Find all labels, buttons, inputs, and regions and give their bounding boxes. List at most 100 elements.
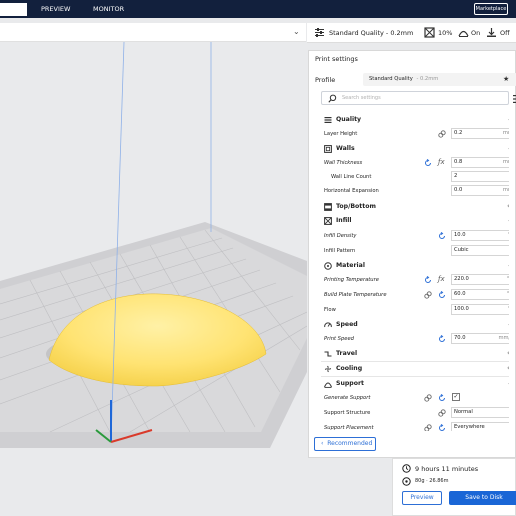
search-placeholder: Search settings: [342, 95, 381, 101]
link-icon: [438, 409, 446, 417]
category-walls[interactable]: Walls ⌄: [309, 142, 509, 156]
category-support[interactable]: Support ⌄: [309, 377, 509, 391]
link-icon: [424, 394, 432, 402]
settings-sliders-icon: [315, 28, 324, 37]
walls-icon: [324, 145, 332, 153]
link-icon: [424, 424, 432, 431]
3d-viewport[interactable]: [0, 42, 307, 516]
chevron-down-icon: ⌄: [507, 115, 509, 123]
settings-list[interactable]: Quality ⌄ Layer Height 0.2mm Walls ⌄ Wal…: [309, 111, 509, 431]
flow-input[interactable]: 100.0%: [451, 304, 509, 315]
print-estimate-panel: 9 hours 11 minutes 80g · 26.86m Preview …: [392, 458, 516, 516]
printing-temperature-input[interactable]: 220.0°C: [451, 274, 509, 285]
print-speed-input[interactable]: 70.0mm/s: [451, 333, 509, 344]
setting-layer-height: Layer Height 0.2mm: [309, 127, 509, 141]
category-label: Support: [336, 380, 364, 387]
support-structure-dropdown[interactable]: Normal⌄: [451, 407, 509, 418]
category-label: Travel: [336, 350, 358, 357]
print-setup-summary[interactable]: Standard Quality - 0.2mm 10% On Off: [307, 23, 516, 43]
support-placement-dropdown[interactable]: Everywhere⌄: [451, 422, 509, 431]
horizontal-expansion-input[interactable]: 0.0mm: [451, 185, 509, 196]
setting-infill-density: Infill Density 10.0%: [309, 229, 509, 243]
profile-dropdown[interactable]: Standard Quality - 0.2mm: [363, 73, 516, 86]
category-quality[interactable]: Quality ⌄: [309, 113, 509, 127]
infill-icon: [324, 217, 332, 225]
recommended-label: Recommended: [327, 440, 373, 447]
generate-support-checkbox[interactable]: ✓: [452, 393, 460, 401]
setting-label: Support Placement: [324, 425, 374, 431]
layer-height-input[interactable]: 0.2mm: [451, 128, 509, 139]
chevron-left-icon: ‹: [321, 440, 324, 447]
recommended-button[interactable]: ‹ Recommended: [314, 437, 376, 451]
top-navigation-bar: PARE PREVIEW MONITOR Marketplace: [0, 0, 516, 18]
setting-build-plate-temperature: Build Plate Temperature 60.0°C: [309, 288, 509, 302]
setting-label: Horizontal Expansion: [324, 188, 379, 194]
wall-thickness-input[interactable]: 0.8mm: [451, 157, 509, 168]
support-icon: [458, 30, 469, 37]
reset-icon[interactable]: [438, 394, 446, 402]
category-label: Walls: [336, 145, 355, 152]
support-icon: [324, 382, 332, 388]
reset-icon[interactable]: [438, 291, 446, 299]
infill-summary: 10%: [438, 29, 453, 37]
cooling-fan-icon: [324, 365, 332, 373]
chevron-left-icon: ‹: [507, 364, 509, 372]
setting-wall-thickness: Wall Thickness ƒx 0.8mm: [309, 156, 509, 170]
material-icon: [324, 262, 332, 270]
category-travel[interactable]: Travel ‹: [309, 347, 509, 361]
chevron-left-icon: ‹: [507, 349, 509, 357]
save-to-disk-button[interactable]: Save to Disk: [449, 491, 516, 505]
infill-density-input[interactable]: 10.0%: [451, 230, 509, 241]
setting-label: Build Plate Temperature: [324, 292, 387, 298]
category-speed[interactable]: Speed ⌄: [309, 318, 509, 332]
adhesion-icon: [487, 28, 496, 37]
category-material[interactable]: Material ⌄: [309, 259, 509, 273]
setting-label: Wall Line Count: [331, 174, 372, 180]
tab-prepare[interactable]: PARE: [0, 3, 27, 16]
reset-icon[interactable]: [424, 276, 432, 284]
chevron-down-icon[interactable]: ⌄: [293, 27, 300, 36]
setting-label: Support Structure: [324, 410, 371, 416]
search-settings-input[interactable]: Search settings: [321, 91, 509, 105]
printer-selector-bar[interactable]: ⌄: [0, 23, 306, 42]
setting-flow: Flow 100.0%: [309, 303, 509, 317]
wall-line-count-input[interactable]: 2: [451, 171, 509, 182]
build-plate-temperature-input[interactable]: 60.0°C: [451, 289, 509, 300]
search-icon: [328, 94, 337, 103]
setting-label: Flow: [324, 307, 336, 313]
category-cooling[interactable]: Cooling ‹: [309, 362, 509, 376]
link-icon: [424, 291, 432, 299]
chevron-down-icon: ⌄: [507, 379, 509, 387]
marketplace-button[interactable]: Marketplace: [474, 3, 508, 15]
setting-label: Wall Thickness: [324, 160, 363, 166]
profile-label: Profile: [315, 76, 336, 84]
setting-generate-support: Generate Support ✓: [309, 391, 509, 405]
tab-preview[interactable]: PREVIEW: [41, 3, 70, 16]
category-label: Infill: [336, 217, 352, 224]
profile-layer-height: - 0.2mm: [416, 76, 439, 82]
build-scene: [0, 42, 307, 448]
reset-icon[interactable]: [424, 159, 432, 167]
setting-label: Generate Support: [324, 395, 371, 401]
category-label: Material: [336, 262, 365, 269]
spool-icon: [402, 477, 411, 486]
category-top-bottom[interactable]: Top/Bottom ‹: [309, 200, 509, 214]
setting-wall-line-count: Wall Line Count 2: [309, 170, 509, 184]
category-label: Quality: [336, 116, 362, 123]
travel-icon: [324, 351, 332, 357]
profile-summary: Standard Quality - 0.2mm: [329, 29, 414, 37]
chevron-down-icon: ⌄: [507, 216, 509, 224]
infill-pattern-dropdown[interactable]: Cubic⌄: [451, 245, 509, 256]
tab-monitor[interactable]: MONITOR: [93, 3, 124, 16]
reset-icon[interactable]: [438, 335, 446, 343]
setting-label: Layer Height: [324, 131, 358, 137]
preview-button[interactable]: Preview: [402, 491, 442, 505]
star-icon[interactable]: ★: [503, 73, 509, 86]
top-bottom-icon: [324, 203, 332, 211]
reset-icon[interactable]: [438, 232, 446, 240]
quality-icon: [324, 117, 332, 123]
category-infill[interactable]: Infill ⌄: [309, 214, 509, 228]
setting-label: Print Speed: [324, 336, 354, 342]
category-label: Speed: [336, 321, 358, 328]
reset-icon[interactable]: [438, 424, 446, 431]
